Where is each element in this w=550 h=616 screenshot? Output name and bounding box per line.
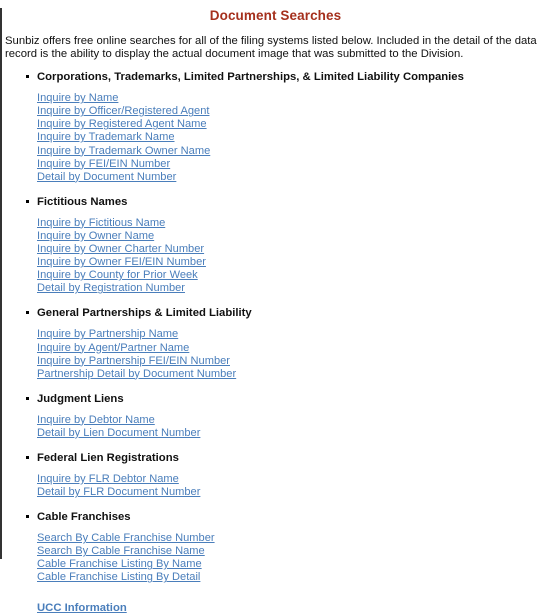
search-link[interactable]: Inquire by FEI/EIN Number	[37, 158, 170, 170]
list-item: Inquire by Partnership FEI/EIN Number	[37, 354, 546, 367]
section-heading: Federal Lien Registrations	[37, 451, 179, 464]
list-item: Inquire by Officer/Registered Agent	[37, 104, 546, 117]
section-link-list: Inquire by Partnership Name Inquire by Ag…	[37, 327, 546, 379]
search-section: Federal Lien Registrations Inquire by FLR…	[5, 452, 546, 498]
bullet-icon	[26, 75, 29, 79]
list-item: Detail by Lien Document Number	[37, 426, 546, 439]
page-title: Document Searches	[209, 8, 342, 23]
list-item: Inquire by Trademark Name	[37, 130, 546, 143]
search-link[interactable]: Detail by Lien Document Number	[37, 427, 200, 439]
list-item: Detail by Document Number	[37, 170, 546, 183]
search-link[interactable]: Inquire by Trademark Name	[37, 131, 175, 143]
section-link-list: Inquire by Name Inquire by Officer/Regist…	[37, 91, 546, 183]
section-link-list: Inquire by Debtor Name Detail by Lien Doc…	[37, 413, 546, 439]
search-sections-list: Corporations, Trademarks, Limited Partne…	[5, 71, 546, 583]
section-link-list: Inquire by Fictitious Name Inquire by Own…	[37, 216, 546, 295]
search-link[interactable]: Inquire by Partnership Name	[37, 328, 178, 340]
search-section: Corporations, Trademarks, Limited Partne…	[5, 71, 546, 183]
list-item: Partnership Detail by Document Number	[37, 367, 546, 380]
list-item: Cable Franchise Listing By Detail	[37, 570, 546, 583]
search-link[interactable]: Inquire by Trademark Owner Name	[37, 145, 210, 157]
search-link[interactable]: Inquire by FLR Debtor Name	[37, 473, 179, 485]
list-item: Inquire by Partnership Name	[37, 327, 546, 340]
search-section: Fictitious Names Inquire by Fictitious Na…	[5, 196, 546, 295]
search-link[interactable]: Partnership Detail by Document Number	[37, 368, 236, 380]
search-link[interactable]: Search By Cable Franchise Name	[37, 545, 205, 557]
list-item: Detail by FLR Document Number	[37, 485, 546, 498]
list-item: Inquire by Owner Name	[37, 229, 546, 242]
bullet-icon	[26, 311, 29, 315]
search-link[interactable]: Inquire by Agent/Partner Name	[37, 342, 189, 354]
section-link-list: Inquire by FLR Debtor Name Detail by FLR …	[37, 472, 546, 498]
list-item: Search By Cable Franchise Number	[37, 531, 546, 544]
section-heading: Cable Franchises	[37, 511, 131, 524]
search-link[interactable]: Detail by FLR Document Number	[37, 486, 200, 498]
bullet-icon	[26, 396, 29, 400]
search-link[interactable]: Inquire by Partnership FEI/EIN Number	[37, 355, 230, 367]
list-item: Inquire by Owner FEI/EIN Number	[37, 255, 546, 268]
list-item: Inquire by Registered Agent Name	[37, 117, 546, 130]
search-link[interactable]: Inquire by Debtor Name	[37, 414, 155, 426]
search-link[interactable]: Inquire by Name	[37, 92, 118, 104]
list-item: Cable Franchise Listing By Name	[37, 557, 546, 570]
search-link[interactable]: Inquire by Owner FEI/EIN Number	[37, 256, 206, 268]
list-item: Inquire by Owner Charter Number	[37, 242, 546, 255]
search-section: Judgment Liens Inquire by Debtor Name Deta…	[5, 393, 546, 439]
list-item: Inquire by County for Prior Week	[37, 268, 546, 281]
search-link[interactable]: Cable Franchise Listing By Detail	[37, 571, 200, 583]
bullet-icon	[26, 455, 29, 459]
ucc-information-wrap: UCC Information	[37, 598, 546, 616]
section-link-list: Search By Cable Franchise Number Search B…	[37, 531, 546, 583]
list-item: Inquire by Trademark Owner Name	[37, 144, 546, 157]
list-item: Inquire by Agent/Partner Name	[37, 341, 546, 354]
search-link[interactable]: Inquire by County for Prior Week	[37, 269, 198, 281]
bullet-icon	[26, 199, 29, 203]
search-link[interactable]: Detail by Registration Number	[37, 282, 185, 294]
search-link[interactable]: Detail by Document Number	[37, 171, 176, 183]
search-link[interactable]: Inquire by Officer/Registered Agent	[37, 105, 209, 117]
list-item: Inquire by FLR Debtor Name	[37, 472, 546, 485]
list-item: Detail by Registration Number	[37, 281, 546, 294]
link-ucc-information[interactable]: UCC Information	[37, 602, 127, 614]
section-heading: Fictitious Names	[37, 195, 128, 208]
section-heading: Corporations, Trademarks, Limited Partne…	[37, 71, 464, 84]
search-link[interactable]: Cable Franchise Listing By Name	[37, 558, 202, 570]
intro-paragraph: Sunbiz offers free online searches for a…	[5, 35, 537, 60]
search-link[interactable]: Inquire by Owner Name	[37, 230, 154, 242]
search-link[interactable]: Inquire by Fictitious Name	[37, 217, 165, 229]
list-item: Inquire by Fictitious Name	[37, 216, 546, 229]
search-section: Cable Franchises Search By Cable Franchis…	[5, 511, 546, 583]
search-link[interactable]: Inquire by Owner Charter Number	[37, 243, 204, 255]
search-link[interactable]: Inquire by Registered Agent Name	[37, 118, 207, 130]
search-section: General Partnerships & Limited Liability…	[5, 307, 546, 379]
list-item: Inquire by FEI/EIN Number	[37, 157, 546, 170]
list-item: Inquire by Name	[37, 91, 546, 104]
bullet-icon	[26, 515, 29, 519]
search-link[interactable]: Search By Cable Franchise Number	[37, 532, 215, 544]
section-heading: Judgment Liens	[37, 392, 124, 405]
section-heading: General Partnerships & Limited Liability	[37, 307, 252, 320]
document-searches-page: Document Searches Sunbiz offers free onl…	[0, 8, 550, 613]
list-item: Inquire by Debtor Name	[37, 413, 546, 426]
